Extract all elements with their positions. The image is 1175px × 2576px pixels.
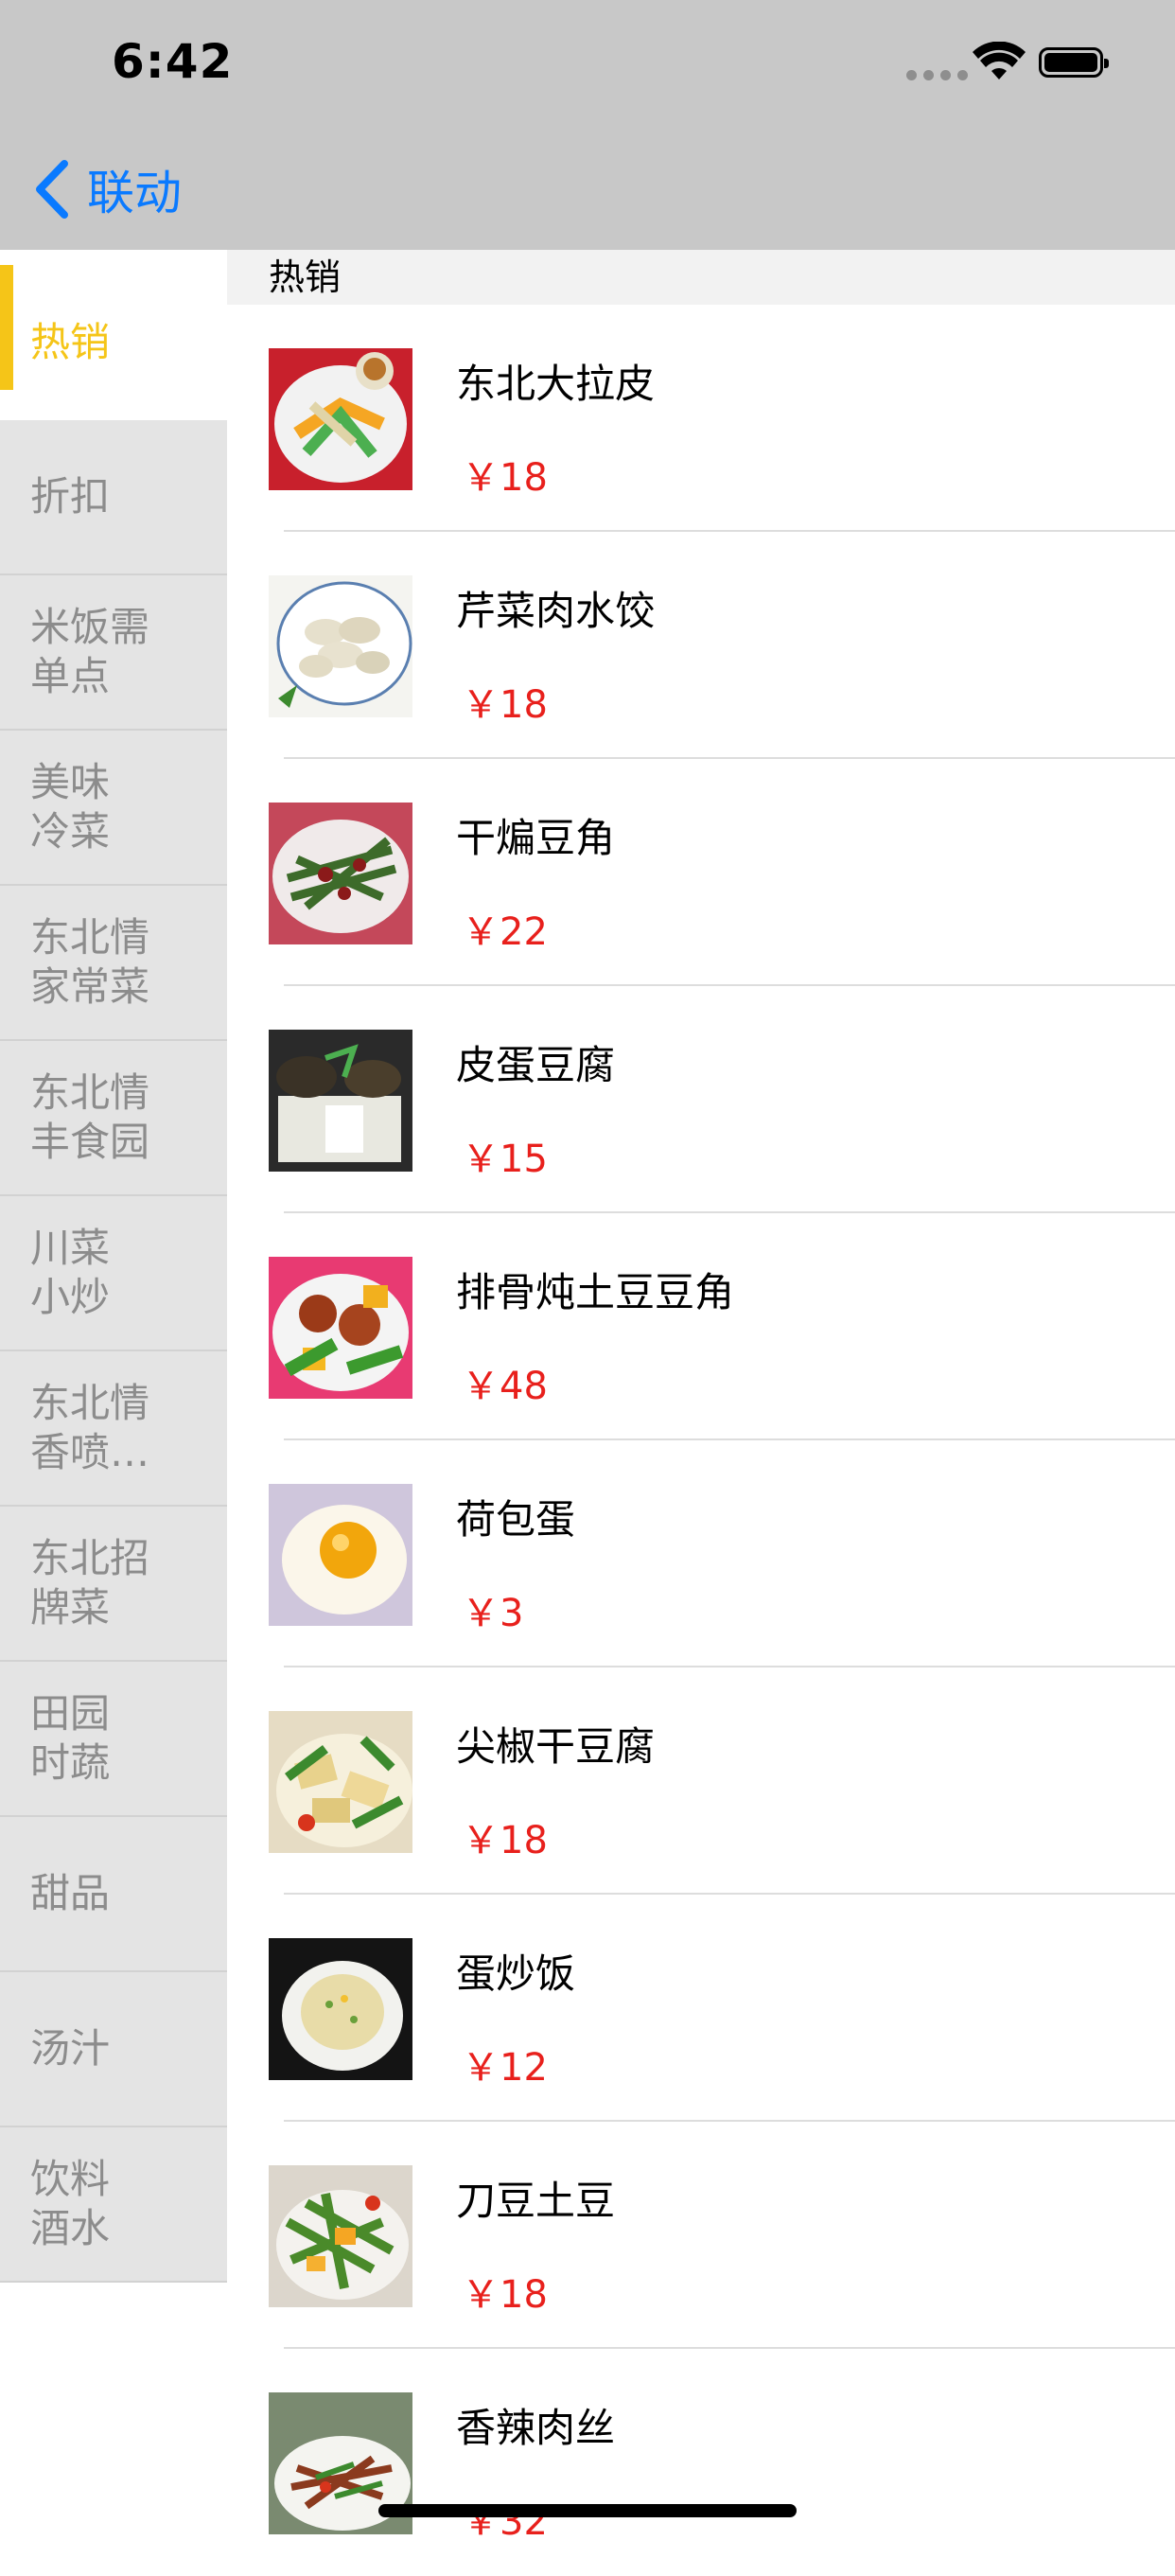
dish-row[interactable]: 东北大拉皮 ￥18 <box>227 305 1175 532</box>
beans-potato-photo <box>269 2165 412 2307</box>
sidebar-item-soup[interactable]: 汤汁 <box>0 1972 227 2127</box>
sidebar-item-dessert[interactable]: 甜品 <box>0 1817 227 1972</box>
dish-list: 热销 东北大拉皮 ￥18 芹菜肉水饺 ￥18 干煸豆角 ￥22 皮蛋豆腐 ￥15 <box>227 250 1175 2544</box>
dish-row[interactable]: 排骨炖土豆豆角 ￥48 <box>227 1213 1175 1440</box>
dish-price: ￥12 <box>462 2046 548 2090</box>
sidebar-item-xiangpen[interactable]: 东北情 香喷… <box>0 1351 227 1507</box>
status-time: 6:42 <box>112 34 234 89</box>
dish-row[interactable]: 刀豆土豆 ￥18 <box>227 2122 1175 2349</box>
sidebar-item-label: 东北招 牌菜 <box>30 1535 150 1631</box>
dish-name: 干煸豆角 <box>456 815 616 861</box>
sidebar-item-label: 折扣 <box>30 473 111 520</box>
sidebar-item-hot[interactable]: 热销 <box>0 265 227 420</box>
sidebar-item-sichuan[interactable]: 川菜 小炒 <box>0 1196 227 1351</box>
section-header: 热销 <box>227 250 1175 305</box>
dish-price: ￥18 <box>462 2273 548 2317</box>
sidebar-item-label: 甜品 <box>30 1870 111 1916</box>
sidebar-item-discount[interactable]: 折扣 <box>0 420 227 575</box>
dish-price: ￥18 <box>462 683 548 727</box>
back-label: 联动 <box>87 166 182 221</box>
dish-price: ￥18 <box>462 456 548 500</box>
dish-price: ￥3 <box>462 1592 524 1635</box>
dish-name: 荷包蛋 <box>456 1496 576 1543</box>
sidebar-item-label: 东北情 香喷… <box>30 1380 150 1475</box>
dish-price: ￥32 <box>462 2500 548 2544</box>
dish-row[interactable]: 香辣肉丝 ￥32 <box>227 2349 1175 2576</box>
dish-price: ￥15 <box>462 1138 548 1181</box>
chevron-left-icon <box>36 160 68 219</box>
battery-icon <box>1039 47 1109 78</box>
sidebar-item-label: 东北情 丰食园 <box>30 1069 150 1165</box>
sidebar-item-label: 川菜 小炒 <box>30 1225 111 1320</box>
sidebar-item-fengshiyuan[interactable]: 东北情 丰食园 <box>0 1041 227 1196</box>
dish-price: ￥48 <box>462 1365 548 1408</box>
sidebar-item-vegetables[interactable]: 田园 时蔬 <box>0 1662 227 1817</box>
sidebar-item-drinks[interactable]: 饮料 酒水 <box>0 2127 227 2283</box>
egg-fried-rice-photo <box>269 1938 412 2080</box>
dish-price: ￥18 <box>462 1819 548 1862</box>
century-egg-tofu-photo <box>269 1030 412 1172</box>
category-sidebar: 热销 折扣 米饭需 单点 美味 冷菜 东北情 家常菜 东北情 丰食园 川菜 小炒… <box>0 265 227 2283</box>
dish-row[interactable]: 芹菜肉水饺 ￥18 <box>227 532 1175 759</box>
rib-stew-photo <box>269 1257 412 1399</box>
sidebar-item-rice[interactable]: 米饭需 单点 <box>0 575 227 731</box>
dish-row[interactable]: 皮蛋豆腐 ￥15 <box>227 986 1175 1213</box>
sidebar-item-label: 汤汁 <box>30 2025 111 2072</box>
dish-name: 皮蛋豆腐 <box>456 1042 616 1088</box>
dish-name: 尖椒干豆腐 <box>456 1723 656 1770</box>
dish-price: ￥22 <box>462 910 548 954</box>
sidebar-item-label: 热销 <box>30 319 111 365</box>
dry-fried-green-beans-photo <box>269 803 412 944</box>
dish-row[interactable]: 干煸豆角 ￥22 <box>227 759 1175 986</box>
sidebar-item-cold-dishes[interactable]: 美味 冷菜 <box>0 731 227 886</box>
sidebar-item-label: 田园 时蔬 <box>30 1690 111 1786</box>
dish-name: 刀豆土豆 <box>456 2178 616 2224</box>
pepper-tofu-skin-photo <box>269 1711 412 1853</box>
sidebar-item-label: 东北情 家常菜 <box>30 914 150 1010</box>
dish-name: 排骨炖土豆豆角 <box>456 1269 735 1315</box>
back-button[interactable]: 联动 <box>32 151 182 227</box>
wifi-icon <box>973 42 1026 79</box>
fried-egg-photo <box>269 1484 412 1626</box>
dish-name: 东北大拉皮 <box>456 361 656 407</box>
dumplings-photo <box>269 575 412 717</box>
home-indicator[interactable] <box>378 2504 797 2517</box>
sidebar-item-label: 饮料 酒水 <box>30 2156 111 2251</box>
cold-noodle-salad-photo <box>269 348 412 490</box>
top-bar: 6:42 联动 <box>0 0 1175 250</box>
cellular-signal-icon <box>906 70 968 80</box>
dish-name: 芹菜肉水饺 <box>456 588 656 634</box>
sidebar-item-label: 美味 冷菜 <box>30 759 111 855</box>
dish-row[interactable]: 蛋炒饭 ￥12 <box>227 1895 1175 2122</box>
dish-row[interactable]: 尖椒干豆腐 ￥18 <box>227 1667 1175 1895</box>
sidebar-item-home-style[interactable]: 东北情 家常菜 <box>0 886 227 1041</box>
sidebar-item-signature[interactable]: 东北招 牌菜 <box>0 1507 227 1662</box>
dish-name: 蛋炒饭 <box>456 1950 576 1997</box>
active-indicator <box>0 265 13 390</box>
dish-row[interactable]: 荷包蛋 ￥3 <box>227 1440 1175 1667</box>
sidebar-item-label: 米饭需 单点 <box>30 604 150 699</box>
dish-name: 香辣肉丝 <box>456 2405 616 2451</box>
